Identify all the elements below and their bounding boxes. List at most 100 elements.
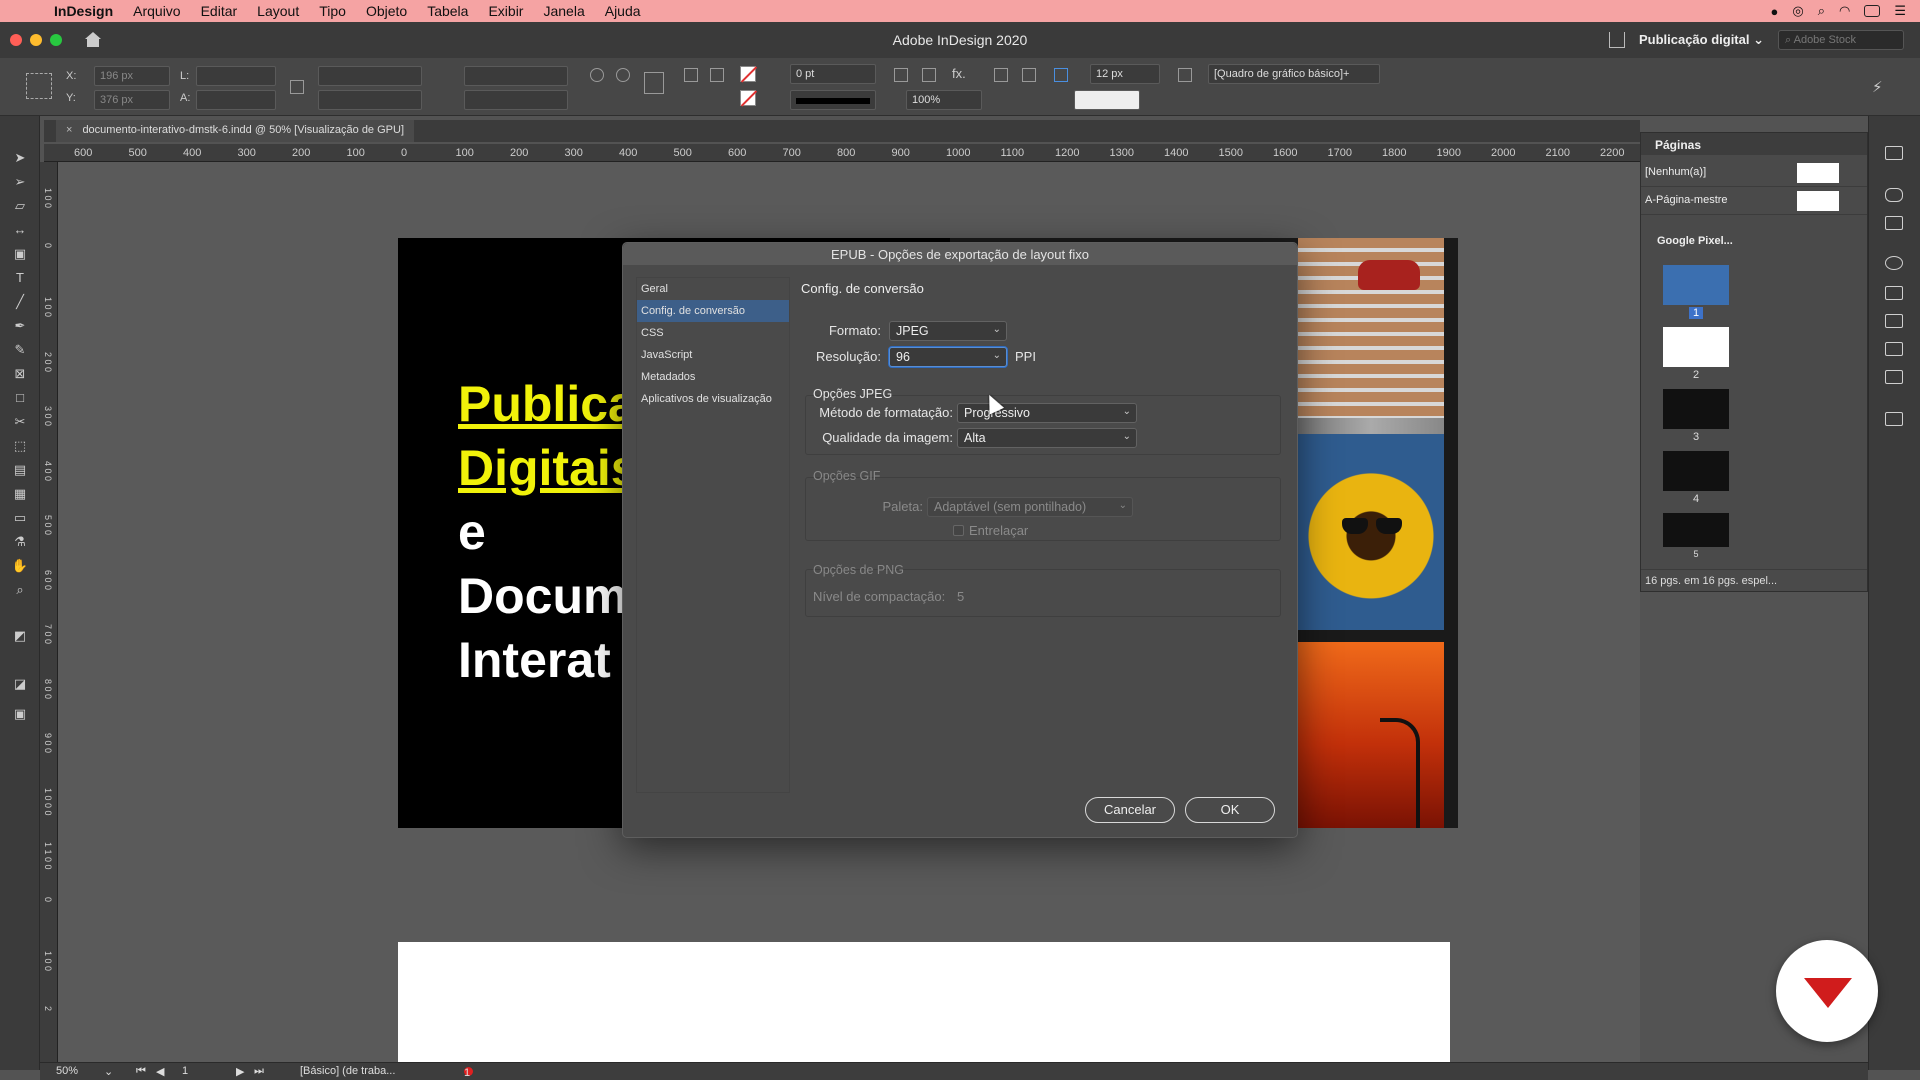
links-panel-icon[interactable] [1885, 188, 1903, 202]
page-number-field[interactable]: 1 [182, 1065, 188, 1077]
menu-layout[interactable]: Layout [247, 3, 309, 19]
layers-panel-icon[interactable] [1885, 216, 1903, 230]
gradient-swatch-tool-icon[interactable]: ▤ [10, 462, 30, 480]
zoom-tool-icon[interactable]: ⌕ [10, 582, 30, 600]
note-tool-icon[interactable]: ▭ [10, 510, 30, 528]
object-styles-icon[interactable] [1885, 412, 1903, 426]
y-field[interactable]: 376 px [94, 90, 170, 110]
wifi-icon[interactable]: ◠ [1839, 3, 1850, 19]
pages-panel-title[interactable]: Páginas [1641, 133, 1867, 155]
master-none-row[interactable]: [Nenhum(a)] [1641, 159, 1867, 187]
corner-options-icon[interactable] [894, 68, 908, 82]
stroke-panel-icon[interactable] [1885, 286, 1903, 300]
page-thumb-2[interactable] [1663, 327, 1729, 367]
interlace-checkbox[interactable] [953, 525, 964, 536]
page-thumb-4[interactable] [1663, 451, 1729, 491]
x-field[interactable]: 196 px [94, 66, 170, 86]
vertical-ruler[interactable]: 1 0 0 0 1 0 0 2 0 0 3 0 0 4 0 0 5 0 0 6 0 0 7 0 … [40, 162, 58, 1062]
lightning-icon[interactable]: ⚡ [1872, 78, 1883, 96]
ok-button[interactable]: OK [1185, 797, 1275, 823]
object-style-icon[interactable] [1178, 68, 1192, 82]
fill-swatch[interactable] [740, 66, 756, 82]
view-mode-icon[interactable]: ▣ [10, 706, 30, 724]
eyedropper-tool-icon[interactable]: ⚗ [10, 534, 30, 552]
apply-none-icon[interactable]: ◪ [10, 676, 30, 694]
direct-selection-tool-icon[interactable]: ➢ [10, 174, 30, 192]
page-2[interactable] [398, 942, 1450, 1062]
adobe-stock-search[interactable]: ⌕ Adobe Stock [1778, 30, 1904, 50]
next-page-icon[interactable]: ▶ [236, 1065, 244, 1078]
nav-metadados[interactable]: Metadados [637, 366, 789, 388]
hand-tool-icon[interactable]: ✋ [10, 558, 30, 576]
palette-dropdown[interactable]: Adaptável (sem pontilhado) ⌄ [927, 497, 1133, 517]
menu-exibir[interactable]: Exibir [478, 3, 533, 19]
menu-arquivo[interactable]: Arquivo [123, 3, 190, 19]
nav-geral[interactable]: Geral [637, 278, 789, 300]
page-thumb-5[interactable] [1663, 513, 1729, 547]
gradient-feather-tool-icon[interactable]: ▦ [10, 486, 30, 504]
minimize-window-button[interactable] [30, 34, 42, 46]
drop-shadow-icon[interactable] [922, 68, 936, 82]
workspace-switcher[interactable]: Publicação digital ⌄ [1639, 32, 1764, 48]
last-page-icon[interactable]: ⏭ [254, 1065, 264, 1078]
pages-panel-icon[interactable] [1885, 146, 1903, 160]
first-page-icon[interactable]: ⏮ [136, 1065, 146, 1078]
share-icon[interactable] [1608, 32, 1625, 48]
gap-field[interactable]: 12 px [1090, 64, 1160, 84]
page-thumb-1[interactable] [1663, 265, 1729, 305]
selection-tool-icon[interactable]: ➤ [10, 150, 30, 168]
search-icon[interactable]: ⌕ [1818, 3, 1825, 19]
nav-config-conversao[interactable]: Config. de conversão [637, 300, 789, 322]
home-icon[interactable] [84, 32, 102, 48]
section-label[interactable]: Google Pixel... [1641, 231, 1867, 251]
sunset-lamp-photo[interactable] [1298, 642, 1444, 828]
constrain-proportions-icon[interactable] [290, 80, 304, 94]
paragraph-styles-icon[interactable] [1885, 342, 1903, 356]
triangle-pattern-photo[interactable] [1298, 418, 1444, 434]
gap-tool-icon[interactable]: ↔ [10, 222, 30, 240]
menu-editar[interactable]: Editar [191, 3, 248, 19]
align-icon[interactable] [684, 68, 698, 82]
free-transform-tool-icon[interactable]: ⬚ [10, 438, 30, 456]
close-tab-icon[interactable]: × [66, 124, 72, 136]
cancel-button[interactable]: Cancelar [1085, 797, 1175, 823]
menu-tipo[interactable]: Tipo [309, 3, 356, 19]
fx-icon[interactable]: fx. [952, 66, 966, 81]
object-style-dropdown[interactable]: [Quadro de gráfico básico]+ [1208, 64, 1380, 84]
control-center-icon[interactable]: ☰ [1894, 3, 1906, 19]
horizontal-ruler[interactable]: 600 500 400 300 200 100 0 100 200 300 400 500 600 700… [44, 144, 1640, 162]
sunflower-photo[interactable] [1298, 434, 1444, 630]
pen-tool-icon[interactable]: ✒ [10, 318, 30, 336]
stroke-weight-field[interactable]: 0 pt [790, 64, 876, 84]
nav-aplicativos[interactable]: Aplicativos de visualização [637, 388, 789, 410]
zoom-window-button[interactable] [50, 34, 62, 46]
fill-stroke-icon[interactable]: ◩ [10, 628, 30, 646]
page-tool-icon[interactable]: ▱ [10, 198, 30, 216]
rotate-cw-icon[interactable] [590, 68, 604, 82]
format-dropdown[interactable]: JPEG ⌄ [889, 321, 1007, 341]
type-tool-icon[interactable]: T [10, 270, 30, 288]
page-thumb-3[interactable] [1663, 389, 1729, 429]
zoom-chevron-icon[interactable]: ⌄ [104, 1065, 113, 1078]
scale-y-field[interactable] [318, 90, 422, 110]
content-collector-icon[interactable]: ▣ [10, 246, 30, 264]
rectangle-frame-tool-icon[interactable]: ⊠ [10, 366, 30, 384]
flip-horizontal-icon[interactable] [710, 68, 724, 82]
flip-indicator-icon[interactable] [644, 72, 664, 94]
frame-fitting-field[interactable] [1074, 90, 1140, 110]
reference-point-icon[interactable] [26, 73, 52, 99]
method-dropdown[interactable]: Progressivo ⌄ [957, 403, 1137, 423]
pencil-tool-icon[interactable]: ✎ [10, 342, 30, 360]
menu-ajuda[interactable]: Ajuda [595, 3, 651, 19]
height-field[interactable] [196, 90, 276, 110]
menu-app[interactable]: InDesign [44, 3, 123, 19]
quality-dropdown[interactable]: Alta ⌄ [957, 428, 1137, 448]
preflight-profile[interactable]: [Básico] (de traba... [300, 1065, 395, 1077]
previous-page-icon[interactable]: ◀ [156, 1065, 164, 1078]
cc-icon[interactable]: ◎ [1792, 3, 1803, 19]
document-tab[interactable]: × documento-interativo-dmstk-6.indd @ 50%… [56, 120, 414, 142]
building-photo[interactable] [1298, 238, 1444, 418]
scale-x-field[interactable] [318, 66, 422, 86]
master-a-row[interactable]: A-Página-mestre [1641, 187, 1867, 215]
close-window-button[interactable] [10, 34, 22, 46]
